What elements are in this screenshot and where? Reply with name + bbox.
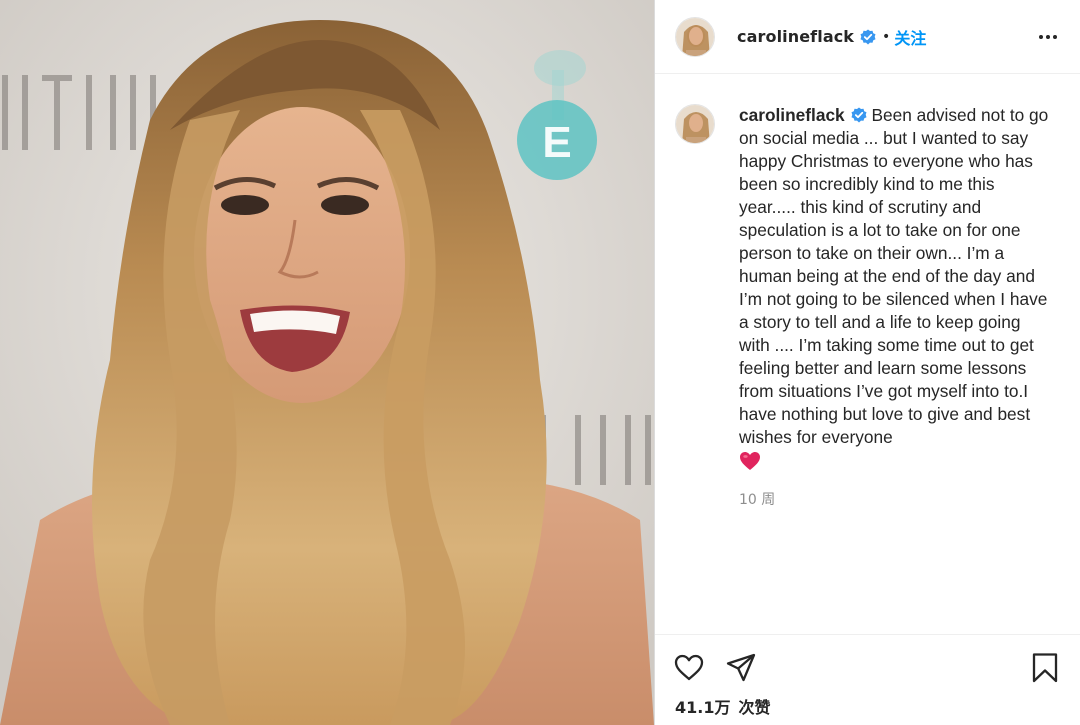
caption-section: carolineflack Been advised not to go on …: [655, 74, 1080, 634]
photo-illustration: E: [0, 0, 654, 725]
svg-text:E: E: [542, 118, 571, 167]
post-header: carolineflack • 关注: [655, 0, 1080, 74]
likes-label: 次赞: [738, 698, 771, 717]
caption-message: Been advised not to go on social media .…: [739, 105, 1049, 447]
heart-emoji: [740, 452, 760, 470]
author-avatar[interactable]: [675, 16, 715, 57]
profile-avatar: [676, 105, 714, 143]
likes-count[interactable]: 41.1万 次赞: [675, 694, 771, 718]
post-actions: 41.1万 次赞: [655, 634, 1080, 725]
header-separator: •: [882, 28, 891, 45]
caption-text: carolineflack Been advised not to go on …: [739, 104, 1051, 449]
verified-badge-icon: [860, 29, 876, 44]
caption-body: carolineflack Been advised not to go on …: [739, 104, 1051, 634]
caption-username[interactable]: carolineflack: [739, 105, 845, 125]
follow-button[interactable]: 关注: [894, 25, 926, 49]
post-timestamp[interactable]: 10 周: [739, 489, 1051, 509]
paper-plane-icon[interactable]: [725, 652, 757, 684]
post-details-panel: carolineflack • 关注 carolineflack Been ad…: [654, 0, 1080, 725]
bookmark-icon[interactable]: [1029, 652, 1061, 684]
author-username[interactable]: carolineflack: [737, 27, 854, 46]
more-options-icon[interactable]: [1038, 28, 1058, 46]
post-photo[interactable]: E: [0, 0, 654, 725]
heart-outline-icon[interactable]: [673, 652, 705, 684]
likes-number: 41.1万: [675, 698, 731, 717]
verified-badge-icon: [851, 107, 867, 123]
profile-avatar: [676, 17, 714, 56]
caption-author-avatar[interactable]: [675, 104, 715, 144]
instagram-post: E carolineflack • 关注 carolineflack Been …: [0, 0, 1080, 725]
